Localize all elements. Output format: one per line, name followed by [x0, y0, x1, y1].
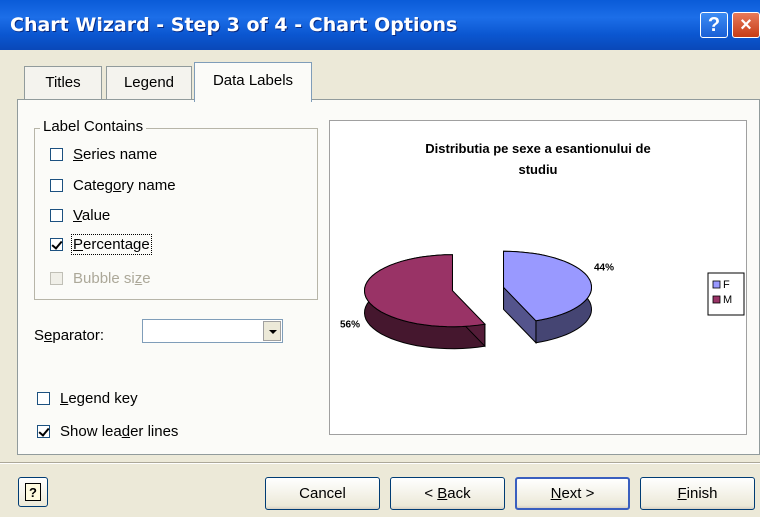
category-name-checkbox[interactable]: [50, 179, 63, 192]
category-name-checkbox-row[interactable]: Category name: [50, 177, 176, 194]
bubble-size-label: Bubble size: [73, 270, 151, 287]
value-checkbox[interactable]: [50, 209, 63, 222]
title-bar: Chart Wizard - Step 3 of 4 - Chart Optio…: [0, 0, 760, 50]
chart-preview: Distributia pe sexe a esantionului de st…: [329, 120, 747, 435]
chevron-down-icon[interactable]: [263, 321, 281, 341]
legend-label-F: F: [723, 279, 730, 291]
category-name-label: Category name: [73, 177, 176, 194]
bubble-size-checkbox: [50, 272, 63, 285]
help-question-icon[interactable]: ?: [700, 12, 728, 38]
value-label: Value: [73, 207, 111, 224]
finish-button[interactable]: Finish: [640, 477, 755, 510]
tab-titles[interactable]: Titles: [24, 66, 102, 100]
separator-dropdown[interactable]: [142, 319, 283, 343]
close-icon[interactable]: ×: [732, 12, 760, 38]
help-button[interactable]: ?: [18, 477, 48, 507]
leader-lines-label: Show leader lines: [60, 423, 179, 440]
help-icon: ?: [25, 483, 41, 501]
series-name-checkbox[interactable]: [50, 148, 63, 161]
series-name-label: Series name: [73, 146, 158, 163]
separator-label: Separator:: [34, 327, 105, 344]
value-checkbox-row[interactable]: Value: [50, 207, 110, 224]
legend-key-checkbox-row[interactable]: Legend key: [37, 390, 138, 407]
next-button[interactable]: Next >: [515, 477, 630, 510]
chart-title-line2: studiu: [519, 162, 558, 177]
tab-legend[interactable]: Legend: [106, 66, 192, 100]
divider: [0, 462, 760, 464]
percentage-checkbox-row[interactable]: Percentage: [50, 234, 152, 255]
percentage-label: Percentage: [71, 234, 152, 255]
legend-swatch-M: [712, 295, 721, 304]
leader-lines-checkbox[interactable]: [37, 425, 50, 438]
chart-title: Distributia pe sexe a esantionului de: [425, 141, 650, 156]
legend-key-checkbox[interactable]: [37, 392, 50, 405]
data-label-F: 44%: [594, 263, 614, 274]
legend-label-M: M: [723, 294, 732, 306]
leader-lines-checkbox-row[interactable]: Show leader lines: [37, 423, 178, 440]
series-name-checkbox-row[interactable]: Series name: [50, 146, 157, 163]
legend-key-label: Legend key: [60, 390, 138, 407]
legend-swatch-F: [712, 280, 721, 289]
label-contains-legend: Label Contains: [40, 118, 147, 135]
pie-chart: Distributia pe sexe a esantionului de st…: [340, 141, 745, 350]
back-button[interactable]: < Back: [390, 477, 505, 510]
tab-data-labels[interactable]: Data Labels: [194, 62, 312, 102]
data-label-M: 56%: [340, 319, 360, 330]
percentage-checkbox[interactable]: [50, 238, 63, 251]
bubble-size-checkbox-row: Bubble size: [50, 270, 151, 287]
window-title: Chart Wizard - Step 3 of 4 - Chart Optio…: [10, 14, 458, 36]
cancel-button[interactable]: Cancel: [265, 477, 380, 510]
